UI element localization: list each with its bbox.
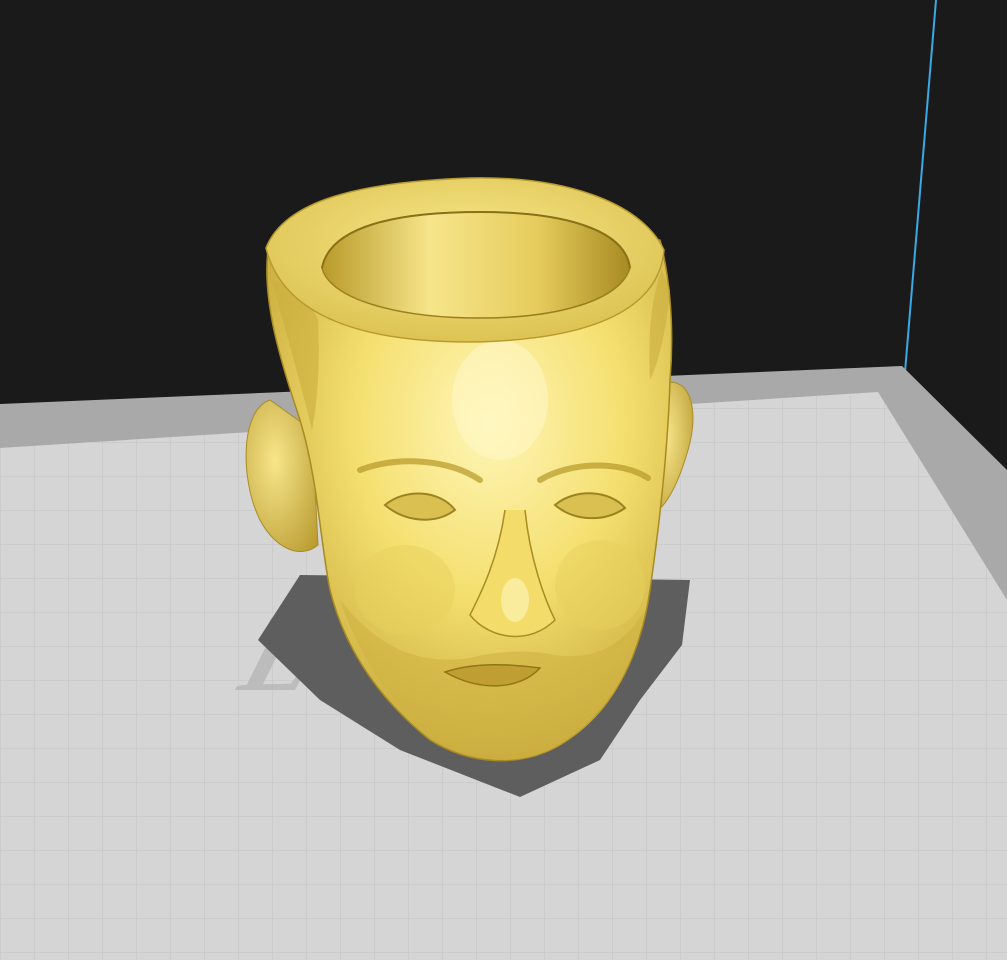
right-cheek bbox=[555, 540, 645, 630]
forehead-highlight bbox=[452, 340, 548, 460]
scene-canvas[interactable]: Ender bbox=[0, 0, 1007, 960]
nose-highlight bbox=[501, 578, 529, 622]
planter-cavity bbox=[321, 211, 631, 319]
3d-viewport[interactable]: Ender bbox=[0, 0, 1007, 960]
left-cheek bbox=[355, 545, 455, 635]
build-volume-edge bbox=[904, 0, 937, 373]
